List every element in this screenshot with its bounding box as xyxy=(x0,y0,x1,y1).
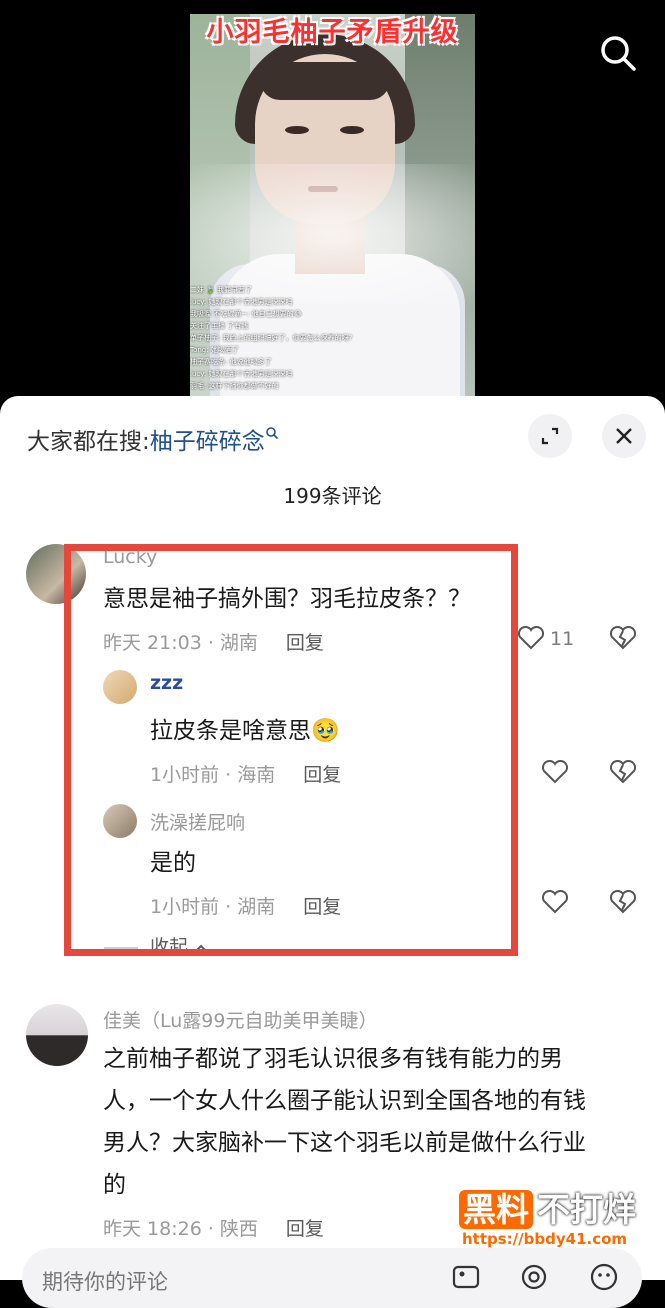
search-icon xyxy=(265,427,278,440)
live-comment: 我吸溜 不吃碳滴~: 他自己想要的😂 xyxy=(190,310,302,318)
comment-meta: 昨天 18:26 · 陕西 回复 xyxy=(103,1214,324,1241)
live-comment: lucy: 她现在那个香港男是深深吗 xyxy=(190,298,293,306)
hot-search-bar[interactable]: 大家都在搜:柚子碎碎念 xyxy=(27,422,279,456)
live-comment: 羽毛: 这样下播你都做不好的 xyxy=(190,382,279,390)
dislike-button[interactable] xyxy=(608,622,638,652)
expand-icon xyxy=(541,427,559,445)
emoji-button[interactable] xyxy=(588,1261,620,1293)
comment-text: 人，一个女人什么圈子能认识到全国各地的有钱 xyxy=(103,1088,586,1114)
dislike-button[interactable] xyxy=(608,886,638,916)
heart-icon xyxy=(541,759,569,784)
live-comment: 关注了主播 了有钱 xyxy=(190,322,249,330)
heart-icon xyxy=(517,625,545,650)
search-icon xyxy=(601,36,636,71)
like-count: 11 xyxy=(550,628,575,650)
mention-button[interactable] xyxy=(518,1261,550,1293)
search-button[interactable] xyxy=(598,33,638,73)
video-player[interactable]: 小羽毛柚子矛盾升级 二妹 🍃 我要录音了 lucy: 她现在那个香港男是深深吗 … xyxy=(0,0,665,420)
comment-sheet: 大家都在搜:柚子碎碎念 199条评论 Lucky 意思是袖子搞外围？羽毛拉皮条？… xyxy=(0,396,665,1280)
broken-heart-icon xyxy=(609,625,637,650)
avatar[interactable] xyxy=(26,1004,88,1066)
watermark-url: https://bbdy41.com xyxy=(459,1230,631,1248)
live-comment-list: 二妹 🍃 我要录音了 lucy: 她现在那个香港男是深深吗 我吸溜 不吃碳滴~:… xyxy=(190,284,420,392)
video-frame[interactable]: 小羽毛柚子矛盾升级 二妹 🍃 我要录音了 lucy: 她现在那个香港男是深深吗 … xyxy=(190,14,475,404)
comment-count: 199条评论 xyxy=(283,484,382,508)
like-button[interactable] xyxy=(540,756,570,786)
smiley-icon xyxy=(590,1263,618,1291)
comment-input-placeholder: 期待你的评论 xyxy=(42,1270,168,1294)
comment-author[interactable]: 佳美（Lu露99元自助美甲美睫） xyxy=(103,1006,377,1033)
reply-button[interactable]: 回复 xyxy=(286,1218,324,1240)
image-icon xyxy=(452,1265,480,1289)
like-button[interactable] xyxy=(540,886,570,916)
live-comment: 柚子赛吃条: 他说他喝多了 xyxy=(190,358,272,366)
broken-heart-icon xyxy=(609,889,637,914)
watermark-brand: 黑料 不打烊 xyxy=(459,1190,636,1230)
video-title: 小羽毛柚子矛盾升级 xyxy=(206,17,459,48)
watermark-brand-b: 不打烊 xyxy=(537,1190,636,1229)
video-mist xyxy=(190,164,475,304)
video-person-bangs xyxy=(260,62,390,100)
live-comment: 二妹 🍃 我要录音了 xyxy=(190,286,253,294)
hot-search-label: 大家都在搜: xyxy=(27,429,150,455)
live-comment: 单子柚子: 我脸上的组织搞好了，你要怎么保养的呀? xyxy=(190,334,353,342)
comment-text: 之前柚子都说了羽毛认识很多有钱有能力的男 xyxy=(103,1046,563,1072)
at-icon xyxy=(521,1264,547,1290)
video-person-eye xyxy=(340,126,364,134)
image-button[interactable] xyxy=(450,1261,482,1293)
live-comment: Tong: 她喝酒了 xyxy=(190,346,239,354)
close-icon xyxy=(616,428,632,444)
video-person-eye xyxy=(285,126,309,134)
highlight-box xyxy=(64,544,518,956)
dislike-button[interactable] xyxy=(608,756,638,786)
expand-button[interactable] xyxy=(528,414,572,458)
close-button[interactable] xyxy=(602,414,646,458)
watermark: 黑料 不打烊 https://bbdy41.com xyxy=(459,1190,654,1260)
hot-search-keyword[interactable]: 柚子碎碎念 xyxy=(150,429,265,455)
heart-icon xyxy=(541,889,569,914)
broken-heart-icon xyxy=(609,759,637,784)
like-button[interactable] xyxy=(516,622,546,652)
comment-time-location: 昨天 18:26 · 陕西 xyxy=(103,1218,258,1240)
watermark-brand-a: 黑料 xyxy=(459,1190,533,1229)
comment-text: 的 xyxy=(103,1172,126,1198)
comment-text: 男人？大家脑补一下这个羽毛以前是做什么行业 xyxy=(103,1130,586,1156)
live-comment: lucy: 她现在那个香港男是深深吗 xyxy=(190,370,293,378)
